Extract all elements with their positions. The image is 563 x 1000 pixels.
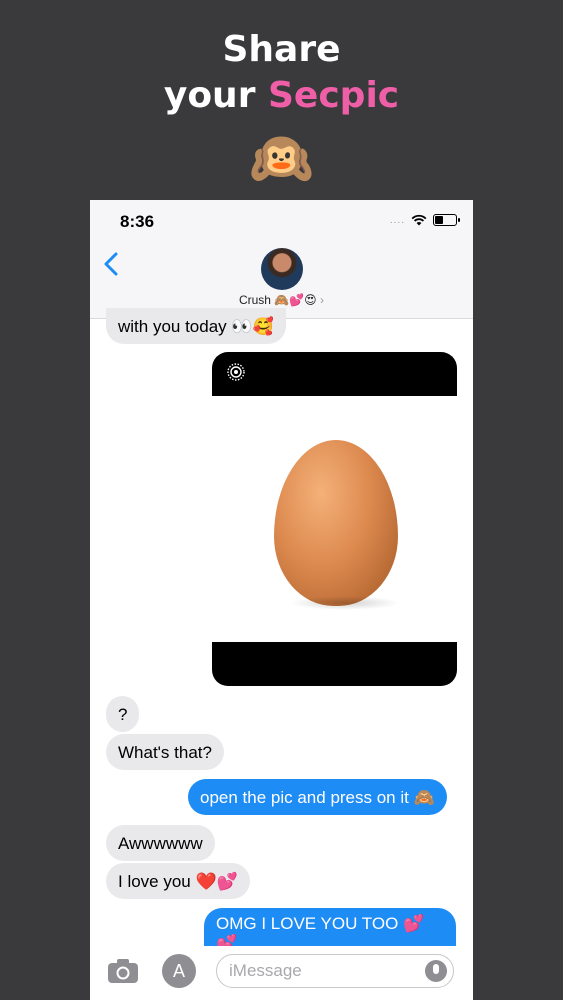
- status-time: 8:36: [120, 212, 155, 231]
- status-icons: ....: [389, 214, 460, 226]
- secret-photo-bottom-bar[interactable]: [212, 642, 457, 686]
- message-received[interactable]: What's that?: [106, 734, 224, 770]
- message-received[interactable]: with you today 👀🥰: [106, 308, 286, 344]
- contact-name[interactable]: Crush 🙈💕😍 ›: [90, 293, 473, 307]
- live-photo-icon: [227, 363, 245, 381]
- phone-screen: 8:36 .... Crush 🙈💕😍 › with you today 👀🥰: [90, 200, 473, 1000]
- app-store-icon[interactable]: A: [162, 954, 196, 988]
- imessage-input[interactable]: iMessage: [216, 954, 454, 988]
- back-chevron-icon[interactable]: [100, 250, 124, 278]
- imessage-placeholder: iMessage: [229, 961, 302, 980]
- promo-accent-word: Secpic: [267, 75, 400, 116]
- secret-photo-egg-image[interactable]: [274, 440, 398, 606]
- promo-prefix: your: [163, 75, 268, 116]
- message-received[interactable]: ?: [106, 696, 140, 732]
- message-received[interactable]: Awwwwww: [106, 825, 215, 861]
- message-sent[interactable]: open the pic and press on it 🙈: [188, 779, 447, 815]
- promo-title-line2: your Secpic: [0, 74, 563, 118]
- message-text: open the pic and press on it 🙈: [200, 788, 435, 807]
- message-text: What's that?: [118, 743, 212, 762]
- contact-avatar[interactable]: [261, 248, 303, 290]
- message-text: ?: [118, 705, 128, 724]
- promo-title-line1: Share: [222, 29, 341, 70]
- microphone-icon[interactable]: [425, 960, 447, 982]
- signal-icon: ....: [389, 214, 405, 226]
- egg-shadow: [290, 596, 400, 610]
- message-text: with you today 👀🥰: [118, 317, 274, 336]
- contact-name-text: Crush 🙈💕😍: [238, 293, 317, 307]
- message-input-bar: A iMessage: [90, 946, 473, 1000]
- wifi-icon: [411, 214, 427, 226]
- monkey-emoji-icon: 🙉: [249, 129, 314, 189]
- message-text: Awwwwww: [118, 834, 203, 853]
- chevron-right-icon: ›: [320, 293, 325, 307]
- conversation-header: 8:36 .... Crush 🙈💕😍 ›: [90, 200, 473, 319]
- message-received[interactable]: I love you ❤️💕: [106, 863, 250, 899]
- battery-icon: [433, 214, 460, 226]
- message-text: I love you ❤️💕: [118, 872, 238, 891]
- secret-photo-top-bar[interactable]: [212, 352, 457, 396]
- camera-icon[interactable]: [106, 956, 140, 986]
